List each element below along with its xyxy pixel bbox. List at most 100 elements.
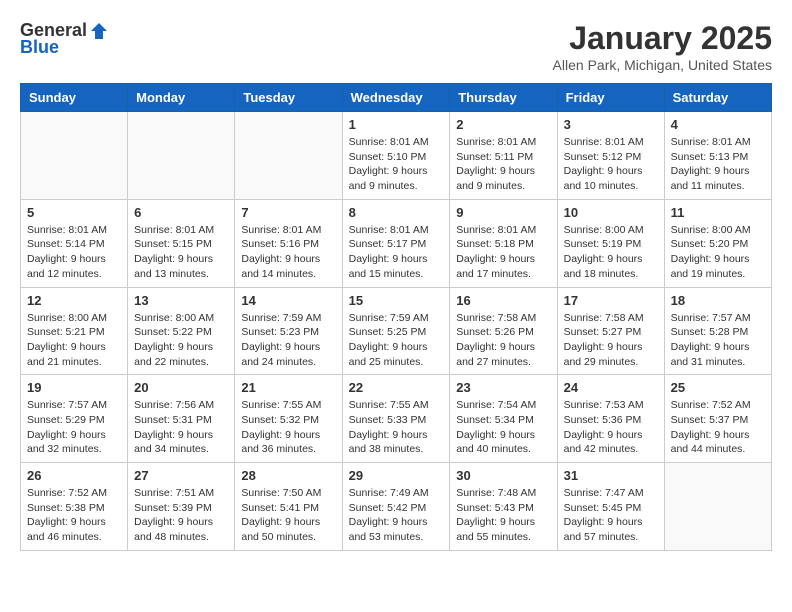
day-number: 16 [456,293,550,308]
day-number: 4 [671,117,765,132]
day-number: 8 [349,205,444,220]
day-number: 15 [349,293,444,308]
page-header: General Blue January 2025 Allen Park, Mi… [20,20,772,73]
day-number: 22 [349,380,444,395]
logo-blue-text: Blue [20,37,59,58]
day-number: 21 [241,380,335,395]
calendar-cell: 15Sunrise: 7:59 AM Sunset: 5:25 PM Dayli… [342,287,450,375]
day-number: 28 [241,468,335,483]
weekday-header-monday: Monday [128,84,235,112]
day-number: 10 [564,205,658,220]
calendar-cell: 11 Sunrise: 8:00 AM Sunset: 5:20 PM Dayli… [664,199,771,287]
weekday-header-wednesday: Wednesday [342,84,450,112]
calendar-cell: 21 Sunrise: 7:55 AM Sunset: 5:32 PM Dayli… [235,375,342,463]
calendar-cell: 30 Sunrise: 7:48 AM Sunset: 5:43 PM Dayli… [450,463,557,551]
day-number: 31 [564,468,658,483]
day-number: 14 [241,293,335,308]
calendar-cell: 12Sunrise: 8:00 AM Sunset: 5:21 PM Dayli… [21,287,128,375]
calendar-cell: 20 Sunrise: 7:56 AM Sunset: 5:31 PM Dayli… [128,375,235,463]
calendar-cell [128,112,235,200]
weekday-header-row: SundayMondayTuesdayWednesdayThursdayFrid… [21,84,772,112]
day-info: Sunrise: 8:01 AM Sunset: 5:15 PM Dayligh… [134,223,228,282]
day-info: Sunrise: 7:50 AM Sunset: 5:41 PM Dayligh… [241,486,335,545]
logo-icon [89,21,109,41]
calendar-cell: 31 Sunrise: 7:47 AM Sunset: 5:45 PM Dayli… [557,463,664,551]
calendar-cell: 19Sunrise: 7:57 AM Sunset: 5:29 PM Dayli… [21,375,128,463]
calendar-week-row: 1 Sunrise: 8:01 AM Sunset: 5:10 PM Daylig… [21,112,772,200]
calendar-cell: 10 Sunrise: 8:00 AM Sunset: 5:19 PM Dayli… [557,199,664,287]
calendar-cell: 23 Sunrise: 7:54 AM Sunset: 5:34 PM Dayli… [450,375,557,463]
day-number: 1 [349,117,444,132]
day-info: Sunrise: 8:01 AM Sunset: 5:18 PM Dayligh… [456,223,550,282]
calendar-cell: 1 Sunrise: 8:01 AM Sunset: 5:10 PM Daylig… [342,112,450,200]
day-number: 6 [134,205,228,220]
calendar-cell: 17Sunrise: 7:58 AM Sunset: 5:27 PM Dayli… [557,287,664,375]
month-title: January 2025 [553,20,772,57]
day-number: 7 [241,205,335,220]
day-info: Sunrise: 8:00 AM Sunset: 5:20 PM Dayligh… [671,223,765,282]
calendar-table: SundayMondayTuesdayWednesdayThursdayFrid… [20,83,772,551]
weekday-header-tuesday: Tuesday [235,84,342,112]
day-info: Sunrise: 7:55 AM Sunset: 5:33 PM Dayligh… [349,398,444,457]
day-number: 27 [134,468,228,483]
day-info: Sunrise: 8:01 AM Sunset: 5:12 PM Dayligh… [564,135,658,194]
day-number: 11 [671,205,765,220]
day-number: 2 [456,117,550,132]
day-info: Sunrise: 7:56 AM Sunset: 5:31 PM Dayligh… [134,398,228,457]
day-info: Sunrise: 7:52 AM Sunset: 5:37 PM Dayligh… [671,398,765,457]
day-info: Sunrise: 8:01 AM Sunset: 5:13 PM Dayligh… [671,135,765,194]
location: Allen Park, Michigan, United States [553,57,772,73]
day-info: Sunrise: 7:55 AM Sunset: 5:32 PM Dayligh… [241,398,335,457]
day-number: 30 [456,468,550,483]
calendar-cell: 8Sunrise: 8:01 AM Sunset: 5:17 PM Daylig… [342,199,450,287]
day-info: Sunrise: 8:00 AM Sunset: 5:22 PM Dayligh… [134,311,228,370]
calendar-cell [235,112,342,200]
day-number: 9 [456,205,550,220]
calendar-week-row: 5Sunrise: 8:01 AM Sunset: 5:14 PM Daylig… [21,199,772,287]
logo: General Blue [20,20,109,58]
day-number: 18 [671,293,765,308]
calendar-cell: 14 Sunrise: 7:59 AM Sunset: 5:23 PM Dayli… [235,287,342,375]
calendar-cell: 7 Sunrise: 8:01 AM Sunset: 5:16 PM Daylig… [235,199,342,287]
day-number: 20 [134,380,228,395]
day-info: Sunrise: 8:01 AM Sunset: 5:11 PM Dayligh… [456,135,550,194]
calendar-week-row: 19Sunrise: 7:57 AM Sunset: 5:29 PM Dayli… [21,375,772,463]
calendar-cell: 4 Sunrise: 8:01 AM Sunset: 5:13 PM Daylig… [664,112,771,200]
calendar-cell: 26Sunrise: 7:52 AM Sunset: 5:38 PM Dayli… [21,463,128,551]
day-number: 12 [27,293,121,308]
day-info: Sunrise: 7:59 AM Sunset: 5:23 PM Dayligh… [241,311,335,370]
day-info: Sunrise: 7:58 AM Sunset: 5:27 PM Dayligh… [564,311,658,370]
day-number: 13 [134,293,228,308]
day-number: 24 [564,380,658,395]
day-info: Sunrise: 7:57 AM Sunset: 5:28 PM Dayligh… [671,311,765,370]
calendar-cell: 16 Sunrise: 7:58 AM Sunset: 5:26 PM Dayli… [450,287,557,375]
calendar-cell: 9 Sunrise: 8:01 AM Sunset: 5:18 PM Daylig… [450,199,557,287]
day-info: Sunrise: 7:49 AM Sunset: 5:42 PM Dayligh… [349,486,444,545]
day-info: Sunrise: 7:54 AM Sunset: 5:34 PM Dayligh… [456,398,550,457]
weekday-header-friday: Friday [557,84,664,112]
calendar-cell [664,463,771,551]
weekday-header-sunday: Sunday [21,84,128,112]
calendar-cell: 28 Sunrise: 7:50 AM Sunset: 5:41 PM Dayli… [235,463,342,551]
calendar-cell: 24Sunrise: 7:53 AM Sunset: 5:36 PM Dayli… [557,375,664,463]
day-info: Sunrise: 8:01 AM Sunset: 5:14 PM Dayligh… [27,223,121,282]
title-section: January 2025 Allen Park, Michigan, Unite… [553,20,772,73]
day-number: 19 [27,380,121,395]
day-info: Sunrise: 7:48 AM Sunset: 5:43 PM Dayligh… [456,486,550,545]
calendar-cell: 18 Sunrise: 7:57 AM Sunset: 5:28 PM Dayli… [664,287,771,375]
day-info: Sunrise: 8:01 AM Sunset: 5:10 PM Dayligh… [349,135,444,194]
day-info: Sunrise: 8:00 AM Sunset: 5:19 PM Dayligh… [564,223,658,282]
calendar-cell [21,112,128,200]
weekday-header-thursday: Thursday [450,84,557,112]
calendar-week-row: 12Sunrise: 8:00 AM Sunset: 5:21 PM Dayli… [21,287,772,375]
calendar-cell: 13 Sunrise: 8:00 AM Sunset: 5:22 PM Dayli… [128,287,235,375]
day-number: 23 [456,380,550,395]
calendar-cell: 29Sunrise: 7:49 AM Sunset: 5:42 PM Dayli… [342,463,450,551]
day-number: 26 [27,468,121,483]
day-info: Sunrise: 7:58 AM Sunset: 5:26 PM Dayligh… [456,311,550,370]
day-info: Sunrise: 8:01 AM Sunset: 5:16 PM Dayligh… [241,223,335,282]
day-info: Sunrise: 7:47 AM Sunset: 5:45 PM Dayligh… [564,486,658,545]
calendar-cell: 25 Sunrise: 7:52 AM Sunset: 5:37 PM Dayli… [664,375,771,463]
day-info: Sunrise: 7:51 AM Sunset: 5:39 PM Dayligh… [134,486,228,545]
day-number: 25 [671,380,765,395]
